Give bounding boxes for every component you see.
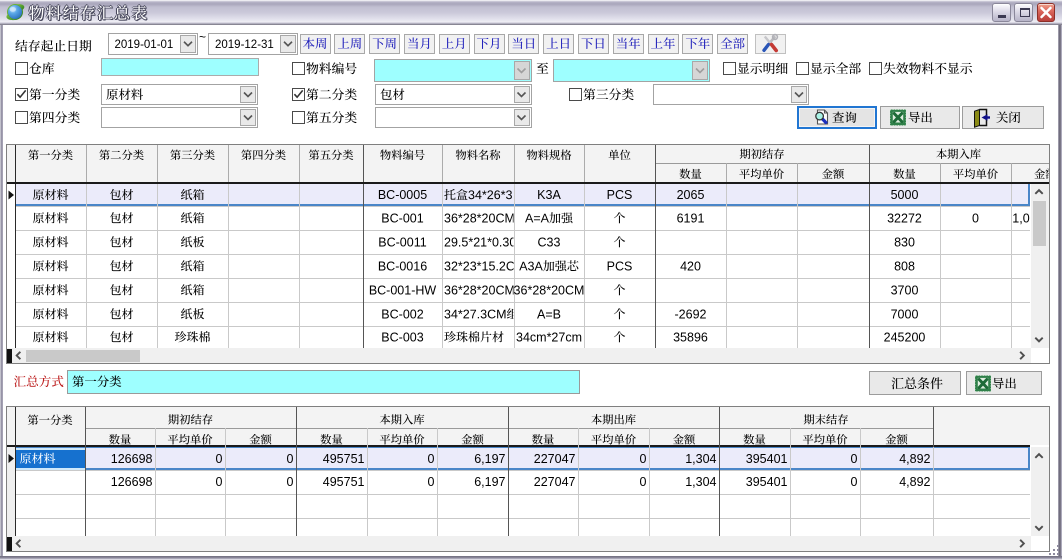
svg-text:32*23*15.2C: 32*23*15.2C: [444, 259, 515, 273]
svg-text:-2692: -2692: [675, 307, 707, 321]
svg-text:1,304: 1,304: [685, 452, 716, 466]
svg-text:35896: 35896: [673, 330, 708, 344]
svg-text:808: 808: [894, 259, 915, 273]
svg-text:0: 0: [428, 475, 435, 489]
svg-text:0: 0: [851, 475, 858, 489]
svg-text:K3A: K3A: [537, 188, 561, 202]
svg-text:4,892: 4,892: [899, 452, 930, 466]
svg-text:0: 0: [972, 211, 979, 225]
svg-text:1,304: 1,304: [685, 475, 716, 489]
svg-text:BC-002: BC-002: [381, 307, 423, 321]
svg-text:36*28*20CM: 36*28*20CM: [444, 283, 515, 297]
svg-text:BC-0011: BC-0011: [378, 235, 426, 249]
svg-text:BC-001-HW: BC-001-HW: [369, 283, 437, 297]
svg-text:245200: 245200: [884, 330, 926, 344]
svg-text:A=B: A=B: [537, 307, 561, 321]
svg-text:C33: C33: [538, 235, 561, 249]
svg-text:4,892: 4,892: [899, 475, 930, 489]
svg-text:PCS: PCS: [607, 188, 633, 202]
svg-text:0: 0: [428, 452, 435, 466]
svg-text:2019-12-31: 2019-12-31: [215, 39, 274, 51]
svg-text:495751: 495751: [323, 475, 365, 489]
svg-text:495751: 495751: [323, 452, 365, 466]
svg-text:29.5*21*0.30: 29.5*21*0.30: [444, 235, 516, 249]
svg-text:126698: 126698: [111, 475, 153, 489]
svg-text:0: 0: [216, 475, 223, 489]
svg-text:6,197: 6,197: [474, 475, 505, 489]
svg-text:~: ~: [199, 30, 206, 44]
svg-text:6,197: 6,197: [474, 452, 505, 466]
svg-text:2019-01-01: 2019-01-01: [115, 39, 174, 51]
svg-text:227047: 227047: [534, 452, 576, 466]
svg-text:0: 0: [851, 452, 858, 466]
svg-text:1,0: 1,0: [1012, 211, 1029, 225]
svg-text:6191: 6191: [677, 211, 705, 225]
svg-text:5000: 5000: [891, 188, 919, 202]
svg-text:BC-0005: BC-0005: [378, 188, 427, 202]
svg-text:7000: 7000: [891, 307, 919, 321]
svg-text:BC-0016: BC-0016: [378, 259, 427, 273]
svg-text:2065: 2065: [677, 188, 705, 202]
svg-text:34cm*27cm: 34cm*27cm: [516, 330, 582, 344]
svg-text:32272: 32272: [887, 211, 922, 225]
svg-text:0: 0: [216, 452, 223, 466]
svg-text:0: 0: [640, 452, 647, 466]
svg-text:395401: 395401: [746, 452, 788, 466]
svg-text:830: 830: [894, 235, 915, 249]
svg-text:227047: 227047: [534, 475, 576, 489]
svg-text:126698: 126698: [111, 452, 153, 466]
svg-text:36*28*20CM: 36*28*20CM: [514, 283, 585, 297]
svg-text:0: 0: [287, 475, 294, 489]
svg-text:BC-001: BC-001: [381, 211, 423, 225]
svg-text:420: 420: [680, 259, 701, 273]
svg-text:0: 0: [640, 475, 647, 489]
svg-text:395401: 395401: [746, 475, 788, 489]
svg-text:BC-003: BC-003: [381, 330, 423, 344]
svg-text:PCS: PCS: [607, 259, 633, 273]
svg-text:3700: 3700: [891, 283, 919, 297]
svg-text:36*28*20CM: 36*28*20CM: [444, 211, 515, 225]
svg-text:0: 0: [287, 452, 294, 466]
